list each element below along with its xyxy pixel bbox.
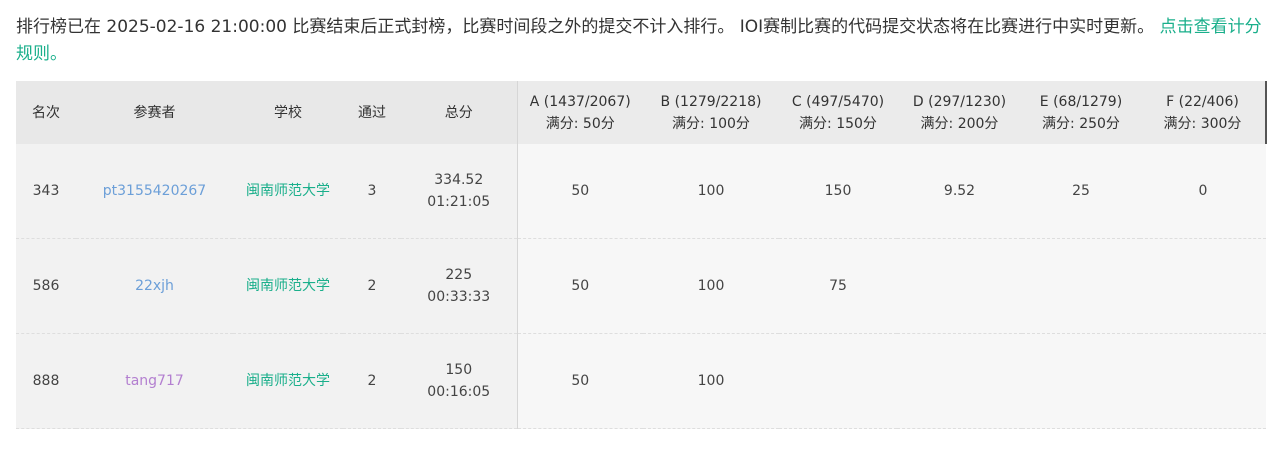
problem-d-title: D (297/1230) bbox=[912, 93, 1007, 110]
problem-score-cell bbox=[1022, 238, 1140, 334]
problem-score-cell[interactable]: 9.52 bbox=[897, 144, 1022, 239]
user-cell: 22xjh bbox=[76, 238, 233, 334]
header-problem-a[interactable]: A (1437/2067) 满分: 50分 bbox=[516, 81, 643, 144]
user-cell: pt3155420267 bbox=[76, 144, 233, 239]
header-problem-b[interactable]: B (1279/2218) 满分: 100分 bbox=[643, 81, 779, 144]
problem-b-full-score: 满分: 100分 bbox=[672, 115, 750, 132]
problem-score-cell[interactable]: 50 bbox=[516, 333, 643, 429]
problem-score-cell[interactable]: 100 bbox=[643, 333, 779, 429]
problem-e-full-score: 满分: 250分 bbox=[1042, 115, 1120, 132]
school-name: 闽南师范大学 bbox=[246, 373, 330, 389]
rank-cell: 888 bbox=[16, 333, 76, 429]
problem-score-cell[interactable]: 100 bbox=[643, 238, 779, 334]
notice-text: 排行榜已在 2025-02-16 21:00:00 比赛结束后正式封榜，比赛时间… bbox=[16, 17, 1155, 37]
penalty-time: 01:21:05 bbox=[427, 194, 491, 210]
solved-cell: 2 bbox=[343, 333, 401, 429]
header-solved: 通过 bbox=[343, 81, 401, 144]
header-problem-c[interactable]: C (497/5470) 满分: 150分 bbox=[779, 81, 897, 144]
problem-score-cell[interactable]: 0 bbox=[1140, 144, 1266, 239]
school-cell: 闽南师范大学 bbox=[233, 238, 343, 334]
solved-cell: 2 bbox=[343, 238, 401, 334]
table-row: 888 tang717 闽南师范大学 2 150 00:16:05 50 100 bbox=[16, 333, 1266, 429]
score-cell: 150 00:16:05 bbox=[401, 333, 517, 429]
ranking-table: 名次 参赛者 学校 通过 总分 A (1437/2067) 满分: 50分 B (… bbox=[16, 81, 1267, 429]
school-name: 闽南师范大学 bbox=[246, 183, 330, 199]
header-problem-e[interactable]: E (68/1279) 满分: 250分 bbox=[1022, 81, 1140, 144]
problem-f-title: F (22/406) bbox=[1166, 93, 1239, 110]
header-score: 总分 bbox=[401, 81, 517, 144]
problem-score-cell bbox=[779, 333, 897, 429]
user-link[interactable]: pt3155420267 bbox=[103, 183, 206, 199]
problem-score-cell[interactable]: 50 bbox=[516, 144, 643, 239]
solved-cell: 3 bbox=[343, 144, 401, 239]
problem-a-full-score: 满分: 50分 bbox=[545, 115, 615, 132]
score-cell: 334.52 01:21:05 bbox=[401, 144, 517, 239]
ranking-notice: 排行榜已在 2025-02-16 21:00:00 比赛结束后正式封榜，比赛时间… bbox=[16, 14, 1264, 68]
problem-score-cell[interactable]: 100 bbox=[643, 144, 779, 239]
rank-cell: 343 bbox=[16, 144, 76, 239]
table-row: 586 22xjh 闽南师范大学 2 225 00:33:33 50 100 75 bbox=[16, 238, 1266, 334]
problem-score-cell[interactable]: 150 bbox=[779, 144, 897, 239]
problem-score-cell bbox=[1022, 333, 1140, 429]
problem-score-cell[interactable]: 50 bbox=[516, 238, 643, 334]
total-score: 334.52 bbox=[434, 172, 484, 188]
total-score: 225 bbox=[445, 267, 473, 283]
school-cell: 闽南师范大学 bbox=[233, 333, 343, 429]
penalty-time: 00:33:33 bbox=[427, 289, 491, 305]
school-name: 闽南师范大学 bbox=[246, 278, 330, 294]
problem-e-title: E (68/1279) bbox=[1039, 93, 1123, 110]
problem-c-title: C (497/5470) bbox=[791, 93, 885, 110]
penalty-time: 00:16:05 bbox=[427, 384, 491, 400]
problem-score-cell[interactable]: 75 bbox=[779, 238, 897, 334]
problem-score-cell bbox=[1140, 333, 1266, 429]
problem-score-cell bbox=[897, 333, 1022, 429]
problem-a-title: A (1437/2067) bbox=[529, 93, 631, 110]
header-problem-f[interactable]: F (22/406) 满分: 300分 bbox=[1140, 81, 1267, 144]
table-row: 343 pt3155420267 闽南师范大学 3 334.52 01:21:05… bbox=[16, 144, 1266, 239]
problem-score-cell bbox=[1140, 238, 1266, 334]
problem-d-full-score: 满分: 200分 bbox=[920, 115, 999, 132]
total-score: 150 bbox=[445, 362, 473, 378]
problem-b-title: B (1279/2218) bbox=[660, 93, 762, 110]
school-cell: 闽南师范大学 bbox=[233, 144, 343, 239]
user-cell: tang717 bbox=[76, 333, 233, 429]
header-user: 参赛者 bbox=[76, 81, 233, 144]
problem-f-full-score: 满分: 300分 bbox=[1163, 115, 1242, 132]
problem-score-cell[interactable]: 25 bbox=[1022, 144, 1140, 239]
user-link[interactable]: 22xjh bbox=[135, 278, 174, 294]
header-school: 学校 bbox=[233, 81, 343, 144]
user-link[interactable]: tang717 bbox=[125, 373, 184, 389]
header-problem-d[interactable]: D (297/1230) 满分: 200分 bbox=[897, 81, 1022, 144]
problem-c-full-score: 满分: 150分 bbox=[799, 115, 877, 132]
header-rank: 名次 bbox=[16, 81, 76, 144]
rank-cell: 586 bbox=[16, 238, 76, 334]
table-header-row: 名次 参赛者 学校 通过 总分 A (1437/2067) 满分: 50分 B (… bbox=[16, 81, 1267, 144]
score-cell: 225 00:33:33 bbox=[401, 238, 517, 334]
problem-score-cell bbox=[897, 238, 1022, 334]
